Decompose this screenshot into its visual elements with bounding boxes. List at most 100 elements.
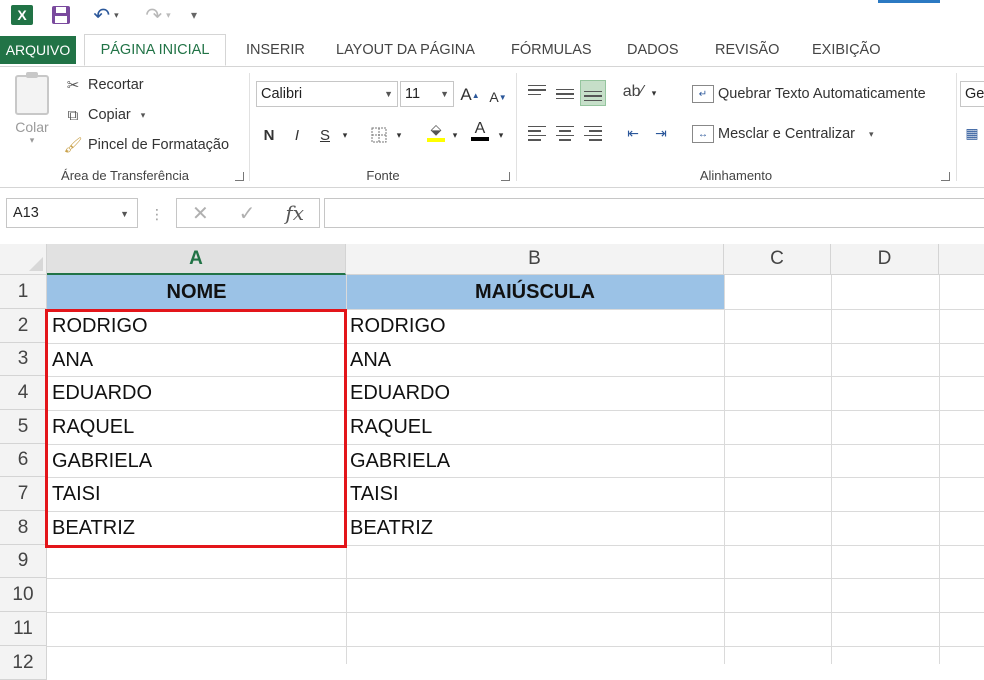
- cell-b7[interactable]: TAISI: [350, 478, 399, 511]
- row-header-3[interactable]: 3: [0, 343, 47, 376]
- conditional-format-icon[interactable]: ▦: [962, 121, 982, 145]
- tab-exibicao[interactable]: EXIBIÇÃO: [812, 34, 881, 66]
- row-header-5[interactable]: 5: [0, 410, 47, 444]
- row-header-6[interactable]: 6: [0, 444, 47, 477]
- insert-function-button[interactable]: fx: [285, 201, 304, 225]
- clipboard-icon: [15, 72, 49, 115]
- cell-b4[interactable]: EDUARDO: [350, 377, 450, 410]
- column-header-c[interactable]: C: [724, 244, 831, 275]
- select-all-button[interactable]: [0, 244, 47, 275]
- resize-handle-icon[interactable]: ⋮: [150, 206, 164, 223]
- format-painter-button[interactable]: 🖌 Pincel de Formatação: [62, 133, 229, 157]
- cell-b5[interactable]: RAQUEL: [350, 411, 432, 444]
- excel-logo-text: X: [11, 5, 33, 25]
- enter-icon[interactable]: ✓: [239, 201, 256, 226]
- column-header-a[interactable]: A: [47, 244, 346, 275]
- tab-pagina-inicial[interactable]: PÁGINA INICIAL: [84, 34, 226, 66]
- align-right-icon[interactable]: [580, 120, 606, 146]
- wrap-text-button[interactable]: ↵ Quebrar Texto Automaticamente: [692, 82, 926, 106]
- paste-dropdown-icon[interactable]: ▾: [12, 135, 52, 146]
- cancel-icon[interactable]: ✕: [192, 201, 209, 226]
- underline-dropdown-icon[interactable]: ▾: [338, 123, 352, 147]
- tab-formulas[interactable]: FÓRMULAS: [511, 34, 592, 66]
- row-header-1[interactable]: 1: [0, 275, 47, 309]
- font-name-select[interactable]: Calibri ▼: [256, 81, 398, 107]
- quick-access-toolbar: X ↶ ▾ ↷ ▾ ▾: [0, 0, 984, 30]
- align-center-icon[interactable]: [552, 120, 578, 146]
- borders-dropdown-icon[interactable]: ▾: [392, 123, 406, 147]
- gridline: [47, 612, 984, 613]
- ribbon: Colar ▾ ✂ Recortar ⧉ Copiar ▾ 🖌 Pincel d…: [0, 66, 984, 188]
- increase-indent-icon[interactable]: ⇥: [648, 120, 674, 146]
- alignment-launcher-icon[interactable]: [941, 172, 950, 181]
- fill-color-icon[interactable]: ⬙: [424, 119, 448, 143]
- italic-button[interactable]: I: [286, 123, 308, 147]
- wrap-text-icon: ↵: [692, 85, 714, 103]
- paste-button[interactable]: Colar ▾: [12, 72, 52, 146]
- font-size-value: 11: [405, 86, 421, 102]
- tab-arquivo[interactable]: ARQUIVO: [0, 36, 76, 64]
- orientation-icon[interactable]: ab⁄: [620, 79, 646, 105]
- merge-center-label: Mesclar e Centralizar: [718, 126, 855, 142]
- row-header-10[interactable]: 10: [0, 578, 47, 612]
- number-format-value: Ge: [965, 86, 984, 102]
- row-header-4[interactable]: 4: [0, 376, 47, 410]
- column-header-b[interactable]: B: [346, 244, 724, 275]
- clipboard-launcher-icon[interactable]: [235, 172, 244, 181]
- row-header-7[interactable]: 7: [0, 477, 47, 511]
- font-launcher-icon[interactable]: [501, 172, 510, 181]
- fill-color-dropdown-icon[interactable]: ▾: [448, 123, 462, 147]
- align-top-icon[interactable]: [524, 77, 550, 103]
- copy-icon: ⧉: [67, 106, 79, 124]
- bold-button[interactable]: N: [258, 123, 280, 147]
- font-size-select[interactable]: 11 ▼: [400, 81, 454, 107]
- scissors-icon: ✂: [66, 77, 80, 94]
- save-icon[interactable]: [50, 3, 72, 27]
- copy-button[interactable]: ⧉ Copiar ▾: [62, 103, 146, 127]
- tab-layout-da-pagina[interactable]: LAYOUT DA PÁGINA: [336, 34, 475, 66]
- borders-icon[interactable]: [368, 123, 390, 147]
- column-header-d[interactable]: D: [831, 244, 939, 275]
- clipboard-group: Colar ▾ ✂ Recortar ⧉ Copiar ▾ 🖌 Pincel d…: [0, 67, 250, 187]
- customize-toolbar-icon[interactable]: ▾: [184, 3, 204, 27]
- decrease-indent-icon[interactable]: ⇤: [620, 120, 646, 146]
- wrap-text-label: Quebrar Texto Automaticamente: [718, 86, 926, 102]
- tab-dados[interactable]: DADOS: [627, 34, 679, 66]
- cell-b8[interactable]: BEATRIZ: [350, 512, 433, 545]
- orientation-dropdown-icon[interactable]: ▾: [648, 81, 660, 105]
- align-middle-icon[interactable]: [552, 81, 578, 107]
- font-color-icon[interactable]: A: [468, 119, 492, 143]
- copy-dropdown-icon[interactable]: ▾: [141, 110, 146, 121]
- underline-button[interactable]: S: [314, 123, 336, 147]
- tab-revisao[interactable]: REVISÃO: [715, 34, 779, 66]
- name-box-dropdown-icon[interactable]: ▼: [120, 209, 129, 219]
- merge-center-button[interactable]: ↔ Mesclar e Centralizar ▾: [692, 122, 874, 146]
- cell-a1[interactable]: NOME: [47, 276, 346, 309]
- gridline: [939, 275, 940, 664]
- cell-b2[interactable]: RODRIGO: [350, 310, 446, 343]
- undo-icon[interactable]: ↶ ▾: [86, 3, 126, 27]
- redo-icon[interactable]: ↷ ▾: [138, 3, 178, 27]
- cell-b1[interactable]: MAIÚSCULA: [346, 276, 724, 309]
- row-header-12[interactable]: 12: [0, 646, 47, 680]
- row-header-2[interactable]: 2: [0, 309, 47, 343]
- formula-input[interactable]: [324, 198, 984, 228]
- align-bottom-icon[interactable]: [580, 80, 606, 106]
- align-left-icon[interactable]: [524, 120, 550, 146]
- row-header-8[interactable]: 8: [0, 511, 47, 545]
- alignment-group: ab⁄ ▾ ⇤ ⇥ ↵ Quebrar Texto Automaticament…: [516, 67, 956, 187]
- number-format-select[interactable]: Ge: [960, 81, 984, 107]
- tab-inserir[interactable]: INSERIR: [246, 34, 305, 66]
- font-name-dropdown-icon: ▼: [384, 89, 393, 99]
- cell-b3[interactable]: ANA: [350, 344, 391, 377]
- cut-button[interactable]: ✂ Recortar: [62, 73, 144, 97]
- row-header-11[interactable]: 11: [0, 612, 47, 646]
- shrink-font-icon[interactable]: A ▼: [486, 85, 510, 109]
- name-box[interactable]: A13 ▼: [6, 198, 138, 228]
- font-color-dropdown-icon[interactable]: ▾: [494, 123, 508, 147]
- grow-font-icon[interactable]: A ▲: [458, 83, 482, 107]
- cell-b6[interactable]: GABRIELA: [350, 445, 450, 478]
- column-header-e[interactable]: [939, 244, 984, 275]
- row-header-9[interactable]: 9: [0, 545, 47, 578]
- merge-dropdown-icon[interactable]: ▾: [869, 129, 874, 140]
